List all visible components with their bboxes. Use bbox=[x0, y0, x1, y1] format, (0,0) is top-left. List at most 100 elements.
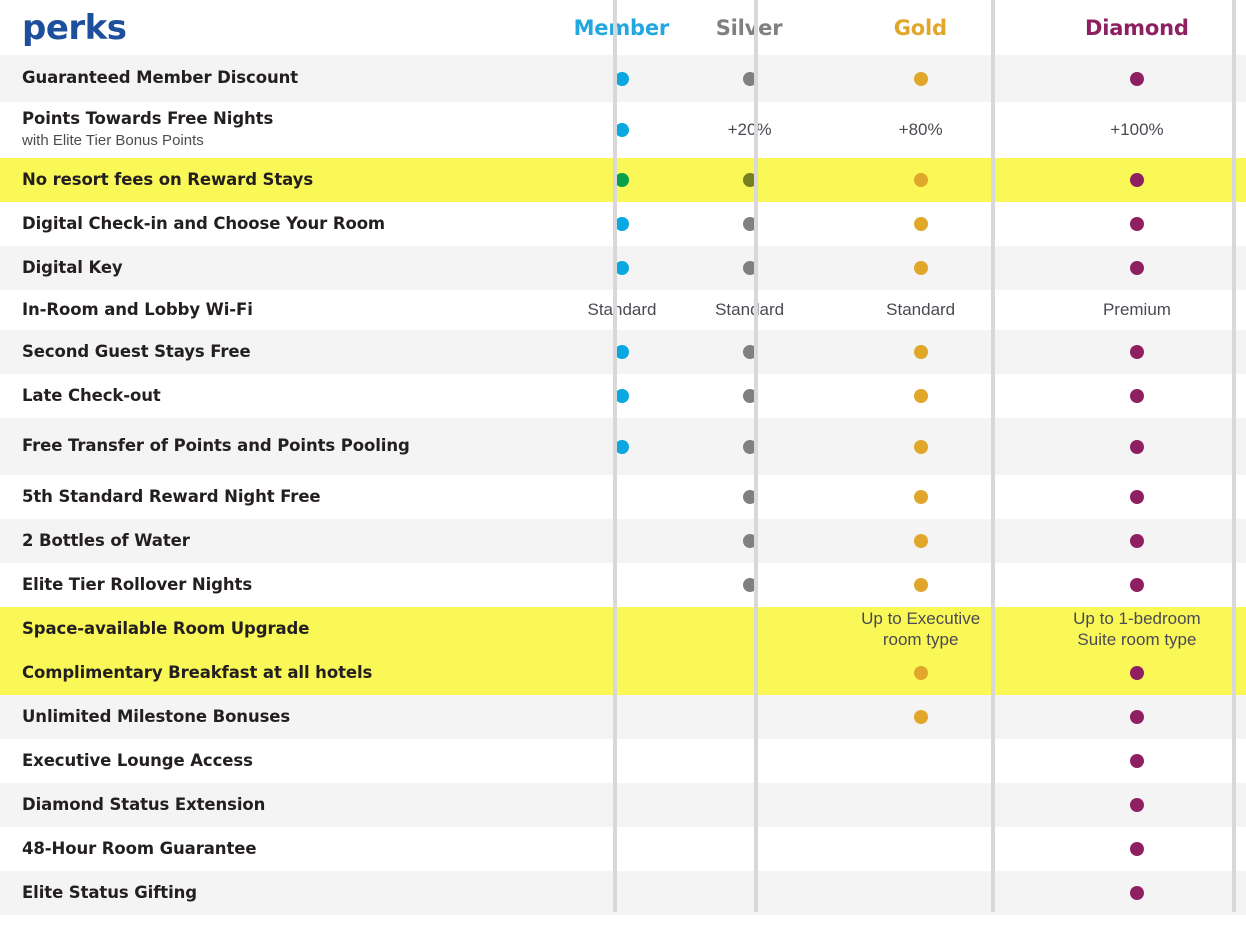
benefit-label: In-Room and Lobby Wi-Fi bbox=[22, 299, 253, 319]
cell-silver: Standard bbox=[686, 290, 814, 330]
cell-diamond bbox=[1028, 783, 1246, 827]
cell-diamond bbox=[1028, 827, 1246, 871]
cell-member bbox=[558, 475, 686, 519]
included-dot-gold bbox=[913, 261, 928, 275]
cell-value-silver: +20% bbox=[727, 120, 772, 140]
benefit-label-cell: No resort fees on Reward Stays bbox=[0, 170, 558, 191]
included-dot-diamond bbox=[1129, 710, 1144, 724]
included-dot-gold bbox=[913, 345, 928, 359]
cell-gold bbox=[813, 739, 1027, 783]
benefit-label-cell: 5th Standard Reward Night Free bbox=[0, 487, 558, 508]
table-row: Diamond Status Extension bbox=[0, 783, 1246, 827]
column-header-diamond[interactable]: Diamond bbox=[1028, 16, 1246, 40]
included-dot-diamond bbox=[1129, 173, 1144, 187]
table-row: Unlimited Milestone Bonuses bbox=[0, 695, 1246, 739]
benefit-label-cell: 2 Bottles of Water bbox=[0, 531, 558, 552]
included-dot-gold bbox=[913, 439, 928, 454]
included-dot-diamond bbox=[1129, 71, 1144, 86]
table-row: 2 Bottles of Water bbox=[0, 519, 1246, 563]
cell-diamond: Premium bbox=[1028, 290, 1246, 330]
included-dot-diamond bbox=[1129, 886, 1144, 900]
benefit-label-cell: Digital Check-in and Choose Your Room bbox=[0, 214, 558, 235]
included-dot-member bbox=[614, 439, 629, 454]
included-dot-silver bbox=[742, 578, 757, 592]
included-dot-diamond bbox=[1129, 842, 1144, 856]
table-row: Elite Status Gifting bbox=[0, 871, 1246, 915]
benefit-label: Unlimited Milestone Bonuses bbox=[22, 706, 291, 726]
table-row: Points Towards Free Nights with Elite Tie… bbox=[0, 102, 1246, 158]
cell-value-gold: Standard bbox=[886, 300, 956, 320]
table-row: Elite Tier Rollover Nights bbox=[0, 563, 1246, 607]
included-dot-diamond bbox=[1129, 534, 1144, 548]
benefit-label: 5th Standard Reward Night Free bbox=[22, 486, 321, 506]
table-row: Guaranteed Member Discount bbox=[0, 55, 1246, 102]
cell-member bbox=[558, 563, 686, 607]
included-dot-diamond bbox=[1129, 261, 1144, 275]
included-dot-gold bbox=[913, 173, 928, 187]
cell-gold bbox=[813, 418, 1027, 475]
included-dot-gold bbox=[913, 534, 928, 548]
column-header-member[interactable]: Member bbox=[557, 16, 685, 40]
included-dot-diamond bbox=[1129, 666, 1144, 680]
included-dot-member bbox=[614, 345, 629, 359]
table-row: Digital Check-in and Choose Your Room bbox=[0, 202, 1246, 246]
cell-silver bbox=[686, 871, 814, 915]
cell-member bbox=[558, 202, 686, 246]
cell-value-gold: +80% bbox=[898, 120, 943, 140]
benefit-label: Diamond Status Extension bbox=[22, 794, 266, 814]
benefit-label-cell: Second Guest Stays Free bbox=[0, 342, 558, 363]
benefit-label-cell: Unlimited Milestone Bonuses bbox=[0, 707, 558, 728]
benefit-label: Second Guest Stays Free bbox=[22, 341, 251, 361]
cell-diamond bbox=[1028, 374, 1246, 418]
cell-silver bbox=[686, 783, 814, 827]
cell-value-diamond: Premium bbox=[1102, 300, 1171, 320]
benefit-label: Complimentary Breakfast at all hotels bbox=[22, 662, 373, 682]
cell-gold bbox=[813, 783, 1027, 827]
benefit-label-cell: Guaranteed Member Discount bbox=[0, 68, 558, 89]
cell-silver bbox=[686, 739, 814, 783]
included-dot-silver bbox=[742, 490, 757, 504]
cell-member bbox=[558, 55, 686, 102]
cell-gold bbox=[813, 519, 1027, 563]
cell-value-silver: Standard bbox=[715, 300, 785, 320]
cell-gold: Standard bbox=[813, 290, 1027, 330]
cell-gold: +80% bbox=[813, 102, 1027, 158]
benefit-label: Points Towards Free Nights bbox=[22, 109, 274, 129]
cell-silver: +20% bbox=[686, 102, 814, 158]
cell-gold bbox=[813, 330, 1027, 374]
included-dot-silver bbox=[742, 261, 757, 275]
benefit-label: Executive Lounge Access bbox=[22, 750, 253, 770]
table-row: Digital Key bbox=[0, 246, 1246, 290]
cell-member bbox=[558, 246, 686, 290]
cell-diamond bbox=[1028, 519, 1246, 563]
column-header-silver[interactable]: Silver bbox=[685, 16, 813, 40]
included-dot-member bbox=[614, 173, 629, 187]
cell-member bbox=[558, 651, 686, 695]
cell-silver bbox=[686, 827, 814, 871]
benefit-label: Elite Status Gifting bbox=[22, 882, 197, 902]
cell-silver bbox=[686, 374, 814, 418]
cell-value-member: Standard bbox=[587, 300, 657, 320]
benefit-label-cell: In-Room and Lobby Wi-Fi bbox=[0, 300, 558, 321]
cell-diamond bbox=[1028, 202, 1246, 246]
cell-member bbox=[558, 519, 686, 563]
included-dot-gold bbox=[913, 710, 928, 724]
cell-gold bbox=[813, 55, 1027, 102]
benefit-label: Digital Check-in and Choose Your Room bbox=[22, 213, 386, 233]
cell-member bbox=[558, 330, 686, 374]
benefit-label-cell: Free Transfer of Points and Points Pooli… bbox=[0, 436, 558, 457]
table-row: No resort fees on Reward Stays bbox=[0, 158, 1246, 202]
table-header-row: perks Member Silver Gold Diamond bbox=[0, 0, 1246, 55]
cell-silver bbox=[686, 651, 814, 695]
cell-diamond bbox=[1028, 475, 1246, 519]
cell-gold bbox=[813, 202, 1027, 246]
column-header-gold[interactable]: Gold bbox=[813, 16, 1028, 40]
table-row: Space-available Room Upgrade Up to Execut… bbox=[0, 607, 1246, 651]
included-dot-diamond bbox=[1129, 217, 1144, 231]
cell-gold bbox=[813, 695, 1027, 739]
included-dot-gold bbox=[913, 71, 928, 86]
included-dot-gold bbox=[913, 666, 928, 680]
cell-member bbox=[558, 158, 686, 202]
benefit-label-cell: Elite Tier Rollover Nights bbox=[0, 575, 558, 596]
benefit-label: No resort fees on Reward Stays bbox=[22, 169, 314, 189]
